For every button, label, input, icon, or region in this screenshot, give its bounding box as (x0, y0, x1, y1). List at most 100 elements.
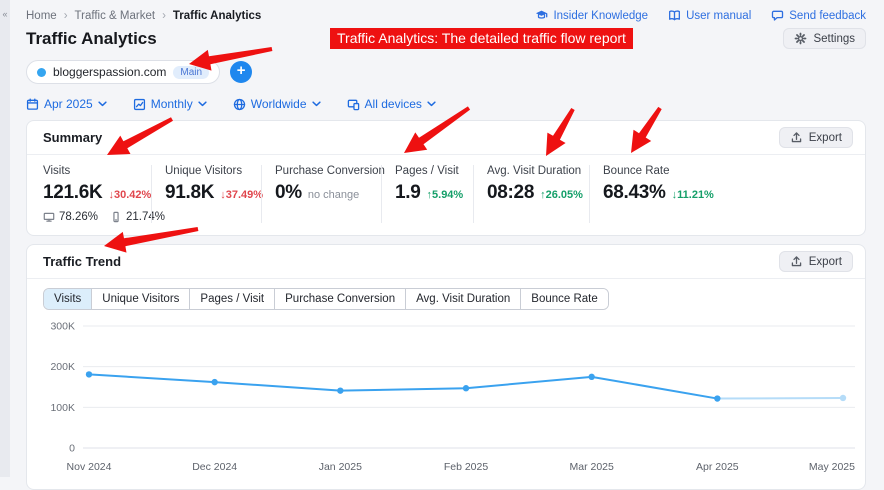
graduation-cap-icon (535, 9, 548, 22)
svg-text:200K: 200K (50, 361, 75, 373)
summary-header: Summary Export (27, 121, 865, 155)
chart-area: 0 100K 200K 300K Nov 2024 Dec 2024 Jan 2025 Feb… (27, 310, 865, 489)
desktop-icon (43, 211, 55, 223)
metric-label: Avg. Visit Duration (487, 165, 582, 177)
devices-filter[interactable]: All devices (347, 97, 436, 111)
trend-export-button[interactable]: Export (778, 251, 853, 272)
summary-title: Summary (43, 130, 103, 145)
breadcrumb-separator: › (162, 9, 166, 22)
domain-main-badge: Main (173, 65, 210, 79)
user-manual-label: User manual (686, 9, 752, 22)
domain-dot-icon (37, 67, 46, 77)
metric-value: 0% (275, 182, 302, 203)
main-content: Home › Traffic & Market › Traffic Analyt… (10, 0, 884, 490)
tab-unique-visitors[interactable]: Unique Visitors (91, 289, 190, 309)
svg-text:0: 0 (69, 443, 75, 455)
send-feedback-label: Send feedback (789, 9, 866, 22)
metric-delta: ↑5.94% (426, 189, 464, 201)
traffic-trend-header: Traffic Trend Export (27, 245, 865, 279)
gear-icon (794, 32, 807, 45)
summary-export-button[interactable]: Export (778, 127, 853, 148)
svg-text:300K: 300K (50, 321, 75, 333)
breadcrumb-current-page: Traffic Analytics (172, 9, 262, 22)
metric-label: Purchase Conversion (275, 165, 385, 177)
traffic-trend-card: Traffic Trend Export Visits Unique Visit… (26, 244, 866, 490)
devices-icon (347, 98, 360, 111)
svg-text:100K: 100K (50, 402, 75, 414)
book-icon (668, 9, 681, 22)
metric-avg-visit-duration: Avg. Visit Duration 08:28 ↑26.05% (473, 165, 589, 223)
tab-bounce-rate[interactable]: Bounce Rate (520, 289, 608, 309)
collapsed-sidebar[interactable]: « (0, 0, 10, 477)
svg-text:Feb 2025: Feb 2025 (444, 461, 489, 473)
domain-chip[interactable]: bloggerspassion.com Main (26, 60, 221, 84)
svg-text:Dec 2024: Dec 2024 (192, 461, 237, 473)
export-label: Export (808, 131, 842, 144)
user-manual-link[interactable]: User manual (668, 9, 751, 22)
metric-value: 121.6K (43, 182, 103, 203)
metric-label: Bounce Rate (603, 165, 670, 177)
metric-bounce-rate: Bounce Rate 68.43% ↓11.21% (589, 165, 849, 223)
expand-sidebar-icon[interactable]: « (0, 9, 10, 19)
settings-label: Settings (813, 32, 855, 45)
settings-button[interactable]: Settings (783, 28, 866, 49)
filter-bar: Apr 2025 Monthly Worldwide All devices (26, 97, 866, 111)
date-filter[interactable]: Apr 2025 (26, 97, 107, 111)
domain-name: bloggerspassion.com (53, 65, 167, 79)
breadcrumb-traffic-and-market[interactable]: Traffic & Market (75, 10, 156, 22)
breadcrumb-home[interactable]: Home (26, 10, 57, 22)
location-filter[interactable]: Worldwide (233, 97, 321, 111)
send-feedback-link[interactable]: Send feedback (771, 9, 866, 22)
trend-metric-tabs: Visits Unique Visitors Pages / Visit Pur… (43, 288, 609, 310)
mobile-icon (110, 211, 122, 223)
metric-purchase-conversion: Purchase Conversion 0% no change (261, 165, 385, 223)
metric-delta: ↓37.49% (220, 189, 264, 201)
metric-label: Visits (43, 165, 71, 177)
granularity-filter-label: Monthly (150, 97, 193, 111)
metric-label: Unique Visitors (165, 165, 243, 177)
summary-metrics: Visits 121.6K ↓30.42% 78.26% 21.74% Uniq… (27, 155, 865, 235)
export-icon (790, 255, 803, 268)
svg-text:Mar 2025: Mar 2025 (569, 461, 614, 473)
tab-avg-visit-duration[interactable]: Avg. Visit Duration (405, 289, 521, 309)
metric-value: 08:28 (487, 182, 535, 203)
traffic-trend-chart[interactable]: 0 100K 200K 300K Nov 2024 Dec 2024 Jan 2025 Feb… (43, 316, 855, 480)
insider-knowledge-label: Insider Knowledge (553, 9, 649, 22)
metric-unique-visitors: Unique Visitors 91.8K ↓37.49% (151, 165, 264, 223)
insider-knowledge-link[interactable]: Insider Knowledge (535, 9, 648, 22)
top-bar: Home › Traffic & Market › Traffic Analyt… (26, 9, 866, 22)
metric-delta: ↓30.42% (108, 189, 152, 201)
svg-text:Nov 2024: Nov 2024 (67, 461, 112, 473)
svg-text:Apr 2025: Apr 2025 (696, 461, 739, 473)
devices-filter-label: All devices (364, 97, 422, 111)
summary-card: Summary Export Visits 121.6K ↓30.42% 78.… (26, 120, 866, 236)
tab-purchase-conversion[interactable]: Purchase Conversion (274, 289, 406, 309)
metric-label: Pages / Visit (395, 165, 459, 177)
location-filter-label: Worldwide (250, 97, 307, 111)
granularity-filter[interactable]: Monthly (133, 97, 207, 111)
chevron-down-icon (98, 101, 107, 107)
tab-pages-per-visit[interactable]: Pages / Visit (189, 289, 275, 309)
breadcrumb-separator: › (63, 9, 68, 22)
globe-icon (233, 98, 246, 111)
desktop-share: 78.26% (59, 211, 99, 223)
tab-visits[interactable]: Visits (44, 289, 92, 309)
line-chart-icon (133, 98, 146, 111)
svg-text:Jan 2025: Jan 2025 (319, 461, 362, 473)
device-split: 78.26% 21.74% (43, 211, 165, 223)
export-icon (790, 131, 803, 144)
date-filter-label: Apr 2025 (44, 97, 93, 111)
calendar-icon (26, 97, 39, 111)
metric-value: 1.9 (395, 182, 421, 203)
chevron-down-icon (198, 101, 207, 107)
metric-delta: ↑26.05% (540, 189, 583, 201)
metric-pages-per-visit: Pages / Visit 1.9 ↑5.94% (381, 165, 473, 223)
add-domain-button[interactable]: + (230, 61, 253, 83)
svg-text:May 2025: May 2025 (809, 461, 855, 473)
chevron-down-icon (427, 101, 436, 107)
metric-visits: Visits 121.6K ↓30.42% 78.26% 21.74% (43, 165, 165, 223)
top-links: Insider Knowledge User manual Send feedb… (535, 9, 866, 22)
metric-value: 91.8K (165, 182, 215, 203)
chevron-down-icon (311, 101, 321, 107)
feedback-icon (771, 9, 784, 22)
